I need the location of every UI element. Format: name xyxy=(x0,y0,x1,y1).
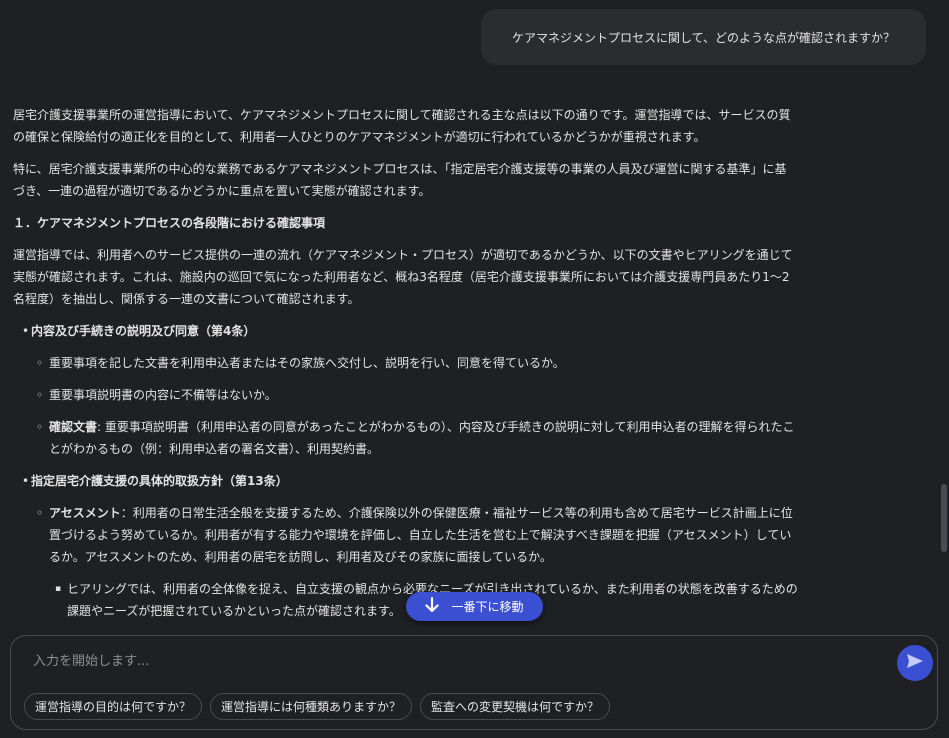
sub-list-item: 重要事項説明書の内容に不備等はないか。 xyxy=(13,384,798,406)
scroll-to-bottom-label: 一番下に移動 xyxy=(451,600,524,614)
list-item: 指定居宅介護支援の具体的取扱方針（第13条） xyxy=(13,470,798,492)
assistant-answer: 居宅介護支援事業所の運営指導において、ケアマネジメントプロセスに関して確認される… xyxy=(13,104,798,624)
bullet-title: 指定居宅介護支援の具体的取扱方針（第13条） xyxy=(31,474,288,488)
suggestion-chip[interactable]: 監査への変更契機は何ですか？ xyxy=(420,693,611,720)
scroll-to-bottom-button[interactable]: 一番下に移動 xyxy=(406,592,543,621)
chat-input[interactable] xyxy=(31,648,875,674)
sub-sub-list-item: ヒアリングでは、利用者の全体像を捉え、自立支援の観点から必要なニーズが引き出され… xyxy=(13,578,798,622)
answer-paragraph: 特に、居宅介護支援事業所の中心的な業務であるケアマネジメントプロセスは、「指定居… xyxy=(13,162,787,198)
sub-list-item: 重要事項を記した文書を利用申込者またはその家族へ交付し、説明を行い、同意を得てい… xyxy=(13,352,798,374)
section-heading: １．ケアマネジメントプロセスの各段階における確認事項 xyxy=(13,216,326,230)
sub-list-item: アセスメント：利用者の日常生活全般を支援するため、介護保険以外の保健医療・福祉サ… xyxy=(13,502,798,568)
list-item: 内容及び手続きの説明及び同意（第4条） xyxy=(13,320,798,342)
send-button[interactable] xyxy=(897,645,933,681)
suggestion-chip[interactable]: 運営指導には何種類ありますか？ xyxy=(210,693,413,720)
send-icon xyxy=(906,653,924,673)
sub-item-label: アセスメント xyxy=(49,506,121,520)
arrow-down-icon xyxy=(425,596,440,616)
sub-item-text: : 重要事項説明書（利用申込者の同意があったことがわかるもの）、内容及び手続きの… xyxy=(49,420,795,456)
sub-item-label: 確認文書 xyxy=(49,420,98,434)
user-message-bubble: ケアマネジメントプロセスに関して、どのような点が確認されますか？ xyxy=(481,9,926,65)
bullet-title: 内容及び手続きの説明及び同意（第4条） xyxy=(31,324,256,338)
suggestion-chips: 運営指導の目的は何ですか？ 運営指導には何種類ありますか？ 監査への変更契機は何… xyxy=(24,693,611,720)
sub-item-text: ：利用者の日常生活全般を支援するため、介護保険以外の保健医療・福祉サービス等の利… xyxy=(49,506,793,564)
suggestion-chip[interactable]: 運営指導の目的は何ですか？ xyxy=(24,693,203,720)
answer-paragraph: 運営指導では、利用者へのサービス提供の一連の流れ（ケアマネジメント・プロセス）が… xyxy=(13,248,793,306)
chat-input-area: 運営指導の目的は何ですか？ 運営指導には何種類ありますか？ 監査への変更契機は何… xyxy=(10,635,938,730)
scrollbar-thumb[interactable] xyxy=(941,484,947,552)
user-message-text: ケアマネジメントプロセスに関して、どのような点が確認されますか？ xyxy=(511,30,896,45)
answer-paragraph: 居宅介護支援事業所の運営指導において、ケアマネジメントプロセスに関して確認される… xyxy=(13,108,791,144)
sub-list-item: 確認文書: 重要事項説明書（利用申込者の同意があったことがわかるもの）、内容及び… xyxy=(13,416,798,460)
